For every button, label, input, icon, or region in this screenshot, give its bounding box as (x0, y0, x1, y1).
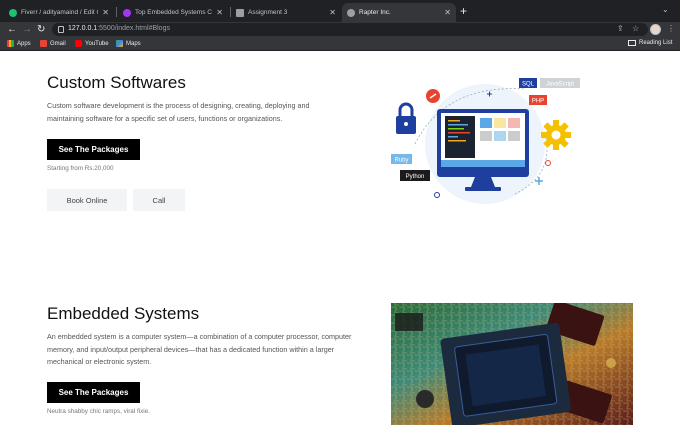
bookmark-maps[interactable]: Maps (116, 40, 141, 47)
bookmark-label: Maps (126, 40, 141, 47)
bookmark-label: Apps (17, 40, 31, 47)
tab-search-chevron-icon[interactable]: ⌄ (662, 5, 669, 14)
tab-title: Assignment 3 (248, 9, 288, 16)
section-title-custom-softwares: Custom Softwares (47, 73, 186, 92)
see-packages-button[interactable]: See The Packages (47, 382, 140, 403)
bookmarks-bar: Apps Gmail YouTube Maps Reading List (0, 37, 680, 51)
section-description: Custom software development is the proce… (47, 101, 310, 123)
circuit-board-image (391, 303, 633, 425)
tab-rapter[interactable]: Rapter Inc. ✕ (342, 3, 456, 22)
url-text: 127.0.0.1:5500/index.html#Blogs (68, 25, 170, 32)
udemy-favicon-icon (123, 8, 131, 17)
javascript-tag: JavaScript (546, 82, 574, 88)
reading-list-icon (628, 40, 636, 46)
profile-avatar[interactable] (650, 24, 661, 35)
tab-title: Top Embedded Systems Cours (135, 9, 212, 16)
close-tab-icon[interactable]: ✕ (444, 8, 451, 17)
menu-kebab-icon[interactable]: ⋮ (667, 24, 675, 33)
reading-list[interactable]: Reading List (628, 40, 672, 46)
browser-toolbar: ← → ↻ 127.0.0.1:5500/index.html#Blogs ⇪ … (0, 22, 680, 37)
address-bar[interactable]: 127.0.0.1:5500/index.html#Blogs ⇪ ☆ (52, 23, 648, 36)
python-tag: Python (406, 174, 425, 180)
close-tab-icon[interactable]: ✕ (216, 8, 223, 17)
close-tab-icon[interactable]: ✕ (102, 8, 109, 17)
tab-fiverr[interactable]: Fiverr / adityamaind / Edit Gig ✕ (4, 3, 114, 22)
gmail-icon (40, 40, 47, 47)
reload-icon[interactable]: ↻ (37, 23, 45, 36)
forward-arrow-icon[interactable]: → (22, 23, 32, 36)
reading-list-label: Reading List (639, 40, 673, 46)
lock-icon (58, 26, 64, 33)
ruby-tag: Ruby (394, 158, 408, 164)
sql-tag: SQL (522, 82, 535, 88)
browser-tab-strip: Fiverr / adityamaind / Edit Gig ✕ Top Em… (0, 0, 680, 22)
section-note: Neutra shabby chic ramps, viral fixie. (47, 408, 150, 415)
bookmark-label: Gmail (50, 40, 66, 47)
maps-icon (116, 40, 123, 47)
section-description: An embedded system is a computer system—… (47, 332, 352, 366)
back-arrow-icon[interactable]: ← (7, 23, 17, 36)
apps-grid-icon (7, 40, 14, 47)
php-tag: PHP (532, 99, 544, 105)
tab-title: Fiverr / adityamaind / Edit Gig (21, 9, 99, 16)
close-tab-icon[interactable]: ✕ (329, 8, 336, 17)
tab-assignment[interactable]: Assignment 3 ✕ (231, 3, 341, 22)
youtube-icon (75, 40, 82, 47)
fiverr-favicon-icon (9, 8, 17, 17)
tab-title: Rapter Inc. (359, 9, 391, 16)
see-packages-button[interactable]: See The Packages (47, 139, 140, 160)
tab-embedded-course[interactable]: Top Embedded Systems Cours ✕ (118, 3, 228, 22)
bookmark-apps[interactable]: Apps (7, 40, 31, 47)
bookmark-label: YouTube (85, 40, 109, 47)
new-tab-icon[interactable]: + (460, 4, 467, 18)
bookmark-star-icon[interactable]: ☆ (632, 24, 639, 33)
book-online-button[interactable]: Book Online (47, 189, 127, 211)
bookmark-youtube[interactable]: YouTube (75, 40, 109, 47)
section-title-embedded-systems: Embedded Systems (47, 304, 200, 323)
image-favicon-icon (236, 8, 244, 17)
software-illustration: SQL JavaScript PHP Ruby Python (391, 78, 580, 204)
globe-favicon-icon (347, 8, 355, 17)
price-note: Starting from Rs.20,000 (47, 165, 114, 172)
call-button[interactable]: Call (133, 189, 185, 211)
bookmark-gmail[interactable]: Gmail (40, 40, 66, 47)
share-icon[interactable]: ⇪ (617, 24, 624, 33)
